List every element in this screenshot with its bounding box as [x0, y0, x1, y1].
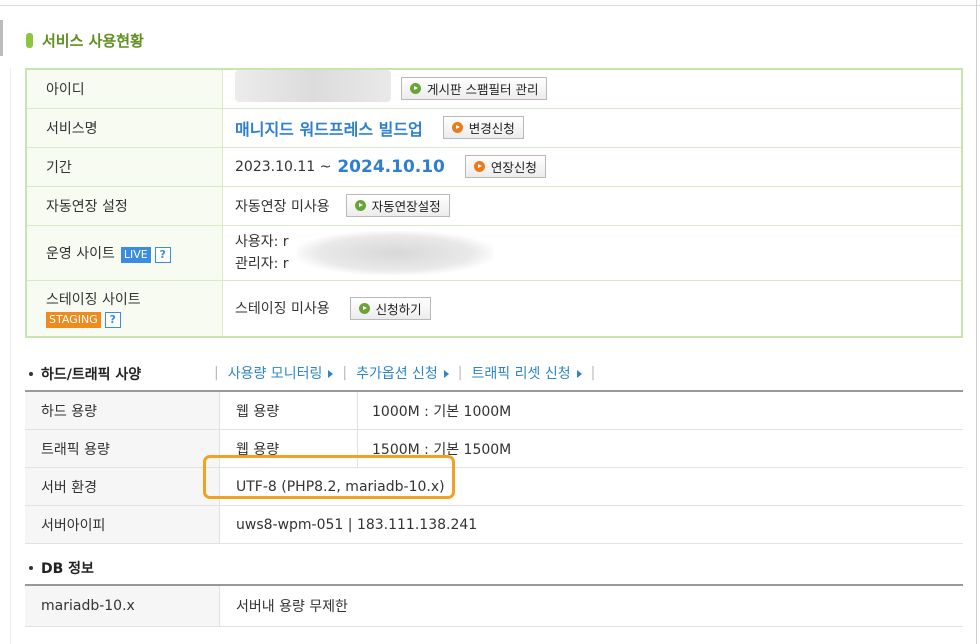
highlight-box: [203, 455, 455, 499]
auto-renew-value: 자동연장 미사용: [235, 198, 330, 215]
section-title: 서비스 사용현황: [26, 30, 144, 50]
db-label: mariadb-10.x: [25, 585, 220, 627]
help-icon[interactable]: ?: [104, 311, 121, 328]
auto-renew-button[interactable]: 자동연장설정: [345, 194, 450, 217]
spam-filter-button[interactable]: 게시판 스팸필터 관리: [401, 77, 548, 101]
arrow-circle-icon: [358, 302, 370, 314]
auto-renew-label: 자동연장 설정: [26, 186, 223, 226]
extend-button[interactable]: 연장신청: [464, 155, 546, 178]
auto-renew-value-cell: 자동연장 미사용 자동연장설정: [222, 186, 962, 226]
arrow-circle-icon: [410, 83, 421, 95]
id-label: 아이디: [26, 69, 223, 109]
add-option-link[interactable]: 추가옵션 신청: [356, 363, 449, 383]
section-title-text: 서비스 사용현황: [42, 31, 144, 50]
db-section-title: DB 정보: [29, 558, 94, 578]
usage-monitoring-link[interactable]: 사용량 모니터링: [228, 363, 334, 383]
hw-section-title: 하드/트래픽 사양: [29, 364, 141, 384]
blurred-site-urls: [297, 230, 493, 275]
row-id: 아이디 게시판 스팸필터 관리: [26, 69, 962, 109]
traffic-reset-link[interactable]: 트래픽 리셋 신청: [472, 363, 582, 383]
live-site-label: 운영 사이트: [46, 245, 115, 262]
staging-label: 스테이징 사이트: [46, 291, 141, 308]
server-env-label: 서버 환경: [25, 467, 220, 506]
separator: |: [214, 365, 219, 381]
arrow-right-icon: [328, 370, 334, 378]
row-service: 서비스명 매니지드 워드프레스 빌드업 변경신청: [26, 108, 962, 148]
service-info-table: 아이디 게시판 스팸필터 관리 서비스명 매니지드 워드프레스 빌드업 변경신청…: [25, 68, 963, 338]
table-row: 서버아이피 uws8-wpm-051 | 183.111.138.241: [25, 505, 963, 544]
left-divider: [10, 68, 11, 644]
disk-type: 웹 용량: [219, 391, 358, 430]
arrow-right-icon: [576, 370, 582, 378]
live-site-value-cell: 사용자: r 관리자: r: [222, 225, 962, 281]
row-auto-renew: 자동연장 설정 자동연장 미사용 자동연장설정: [26, 186, 962, 226]
disk-label: 하드 용량: [25, 391, 220, 430]
traffic-label: 트래픽 용량: [25, 429, 220, 468]
server-ip-label: 서버아이피: [25, 505, 220, 544]
disk-value: 1000M : 기본 1000M: [357, 391, 963, 430]
period-end: 2024.10.10: [337, 156, 445, 177]
separator: |: [457, 365, 463, 381]
db-value: 서버내 용량 무제한: [219, 585, 963, 627]
section-marker-icon: [26, 32, 33, 48]
table-row: 하드 용량 웹 용량 1000M : 기본 1000M: [25, 391, 963, 430]
arrow-circle-icon: [473, 161, 485, 172]
staging-value: 스테이징 미사용: [235, 301, 330, 318]
blurred-user-id: [235, 69, 391, 102]
left-edge-handle: [0, 20, 3, 56]
row-period: 기간 2023.10.11 ~ 2024.10.10 연장신청: [26, 147, 962, 187]
window-top-border: [0, 0, 980, 6]
arrow-circle-icon: [451, 122, 463, 133]
server-ip-value: uws8-wpm-051 | 183.111.138.241: [219, 505, 963, 544]
service-label: 서비스명: [26, 108, 223, 148]
bullet-icon: [29, 566, 33, 570]
period-value-cell: 2023.10.11 ~ 2024.10.10 연장신청: [222, 147, 962, 187]
change-button[interactable]: 변경신청: [442, 116, 524, 139]
help-icon[interactable]: ?: [154, 246, 171, 263]
live-site-label-cell: 운영 사이트 LIVE?: [26, 225, 223, 281]
staging-badge: STAGING: [46, 311, 101, 328]
bullet-icon: [29, 372, 33, 376]
staging-value-cell: 스테이징 미사용 신청하기: [222, 280, 962, 338]
period-label: 기간: [26, 147, 223, 187]
live-badge: LIVE: [120, 246, 151, 263]
apply-button[interactable]: 신청하기: [349, 296, 431, 320]
separator: |: [590, 365, 596, 381]
table-row: mariadb-10.x 서버내 용량 무제한: [25, 585, 963, 627]
row-live-site: 운영 사이트 LIVE? 사용자: r 관리자: r: [26, 225, 962, 281]
hw-table: 하드 용량 웹 용량 1000M : 기본 1000M 트래픽 용량 웹 용량 …: [25, 390, 963, 544]
db-table: mariadb-10.x 서버내 용량 무제한: [25, 584, 963, 627]
period-start: 2023.10.11 ~: [235, 158, 332, 175]
scrollbar-track[interactable]: [976, 0, 977, 644]
arrow-right-icon: [443, 370, 449, 378]
table-row: 서버 환경 UTF-8 (PHP8.2, mariadb-10.x): [25, 467, 963, 506]
table-row: 트래픽 용량 웹 용량 1500M : 기본 1500M: [25, 429, 963, 468]
service-value-cell: 매니지드 워드프레스 빌드업 변경신청: [222, 108, 962, 148]
arrow-circle-icon: [354, 200, 366, 211]
service-name: 매니지드 워드프레스 빌드업: [235, 119, 423, 139]
hw-links: | 사용량 모니터링 | 추가옵션 신청 | 트래픽 리셋 신청 |: [205, 363, 604, 383]
row-staging: 스테이징 사이트 STAGING? 스테이징 미사용 신청하기: [26, 280, 962, 338]
staging-label-cell: 스테이징 사이트 STAGING?: [26, 280, 223, 338]
separator: |: [342, 365, 348, 381]
id-value-cell: 게시판 스팸필터 관리: [222, 69, 962, 109]
